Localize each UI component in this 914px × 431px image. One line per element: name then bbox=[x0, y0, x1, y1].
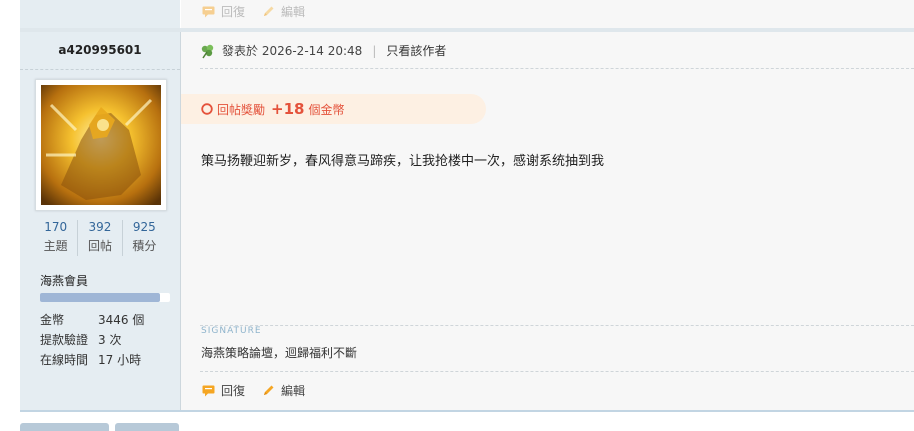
prev-post-edit-button[interactable]: 編輯 bbox=[262, 3, 305, 20]
stat-value: 392 bbox=[88, 220, 112, 234]
reward-amount: +18 bbox=[271, 100, 305, 118]
avatar[interactable] bbox=[35, 79, 167, 211]
reply-label: 回復 bbox=[221, 384, 246, 398]
stat-points[interactable]: 925 積分 bbox=[123, 220, 166, 256]
author-stats: 170 主題 392 回帖 925 積分 bbox=[34, 220, 166, 256]
info-key: 在線時間 bbox=[40, 353, 89, 367]
stat-value: 925 bbox=[132, 220, 156, 234]
pager-button-2[interactable] bbox=[115, 423, 179, 431]
stat-label: 回帖 bbox=[87, 239, 112, 253]
header-divider bbox=[200, 68, 914, 69]
info-row-withdraw: 提款驗證 3 次 bbox=[40, 330, 175, 350]
prev-post-sidebar bbox=[20, 0, 180, 28]
author-only-link[interactable]: 只看該作者 bbox=[386, 42, 446, 59]
info-value: 3446 個 bbox=[98, 313, 145, 327]
post-bottom-border bbox=[20, 410, 914, 412]
reward-prefix: 回帖獎勵 bbox=[217, 102, 266, 117]
reply-label: 回復 bbox=[221, 5, 246, 19]
reply-icon bbox=[202, 6, 215, 18]
prev-post-reply-button[interactable]: 回復 bbox=[202, 3, 245, 20]
post-content: 策马扬鞭迎新岁，春风得意马蹄疾，让我抢楼中一次，感谢系统抽到我 bbox=[201, 154, 605, 169]
info-key: 提款驗證 bbox=[40, 333, 89, 347]
info-row-online: 在線時間 17 小時 bbox=[40, 350, 175, 370]
stat-replies[interactable]: 392 回帖 bbox=[78, 220, 123, 256]
author-username[interactable]: a420995601 bbox=[20, 43, 180, 57]
post-date: 發表於 2026-2-14 20:48 bbox=[222, 44, 363, 58]
stat-label: 積分 bbox=[132, 239, 157, 253]
rank-progress-bar bbox=[40, 293, 170, 302]
author-info: 金幣 3446 個 提款驗證 3 次 在線時間 17 小時 bbox=[40, 310, 175, 370]
actions-divider bbox=[200, 371, 914, 372]
clover-icon bbox=[200, 43, 216, 59]
reward-badge: 回帖獎勵 +18 個金幣 bbox=[181, 94, 486, 124]
reply-icon bbox=[202, 385, 215, 397]
info-value: 3 次 bbox=[98, 333, 122, 347]
author-rank[interactable]: 海燕會員 bbox=[40, 272, 88, 289]
signature-heading: SIGNATURE bbox=[201, 326, 262, 336]
stat-label: 主題 bbox=[43, 239, 68, 253]
info-value: 17 小時 bbox=[98, 353, 142, 367]
stat-threads[interactable]: 170 主題 bbox=[34, 220, 79, 256]
edit-label: 編輯 bbox=[281, 5, 306, 19]
edit-button[interactable]: 編輯 bbox=[262, 382, 305, 399]
edit-label: 編輯 bbox=[281, 384, 306, 398]
signature-text: 海燕策略論壇，迴歸福利不斷 bbox=[201, 346, 358, 360]
reply-button[interactable]: 回復 bbox=[202, 382, 245, 399]
info-key: 金幣 bbox=[40, 313, 65, 327]
stat-value: 170 bbox=[44, 220, 68, 234]
pencil-icon bbox=[262, 5, 275, 18]
reward-unit: 個金幣 bbox=[308, 102, 345, 117]
header-separator: | bbox=[372, 43, 377, 58]
info-row-coins: 金幣 3446 個 bbox=[40, 310, 175, 330]
circle-icon bbox=[201, 103, 213, 115]
post-header: 發表於 2026-2-14 20:48 | 只看該作者 bbox=[200, 42, 446, 59]
pencil-icon bbox=[262, 384, 275, 397]
rank-progress-fill bbox=[40, 293, 160, 302]
pager-button-1[interactable] bbox=[20, 423, 109, 431]
signature-divider bbox=[200, 325, 914, 326]
